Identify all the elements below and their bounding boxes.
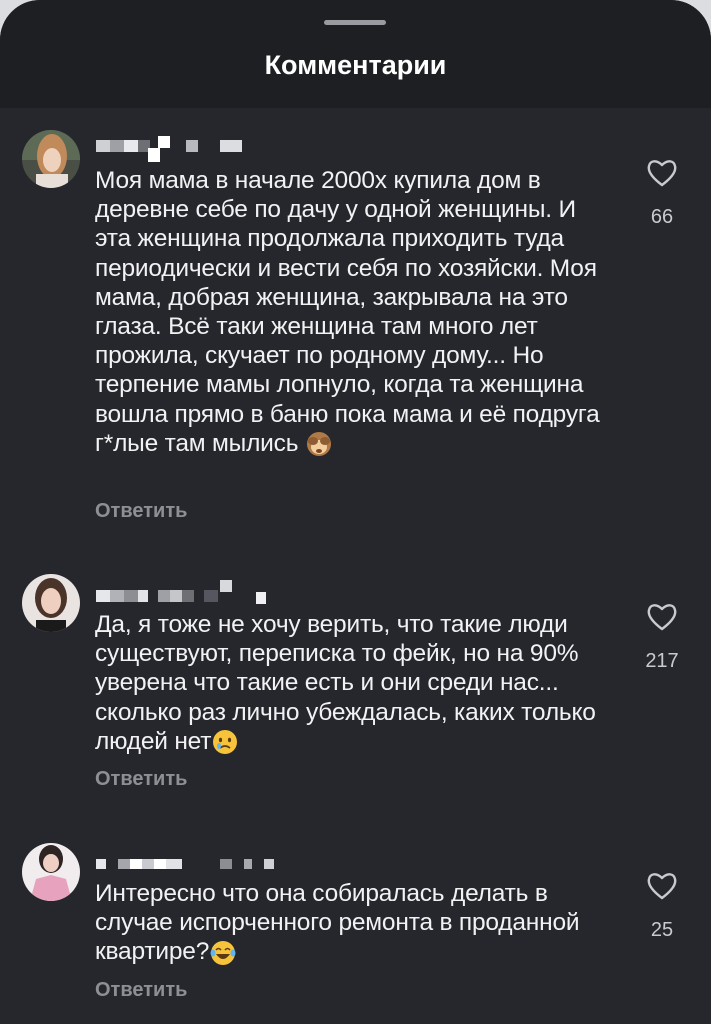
- comments-sheet: Комментарии Моя мама в начале 2000х купи…: [0, 0, 711, 1024]
- reply-button[interactable]: Ответить: [95, 979, 187, 1002]
- username-redacted: [96, 580, 266, 604]
- heart-icon[interactable]: [646, 871, 678, 901]
- reply-button[interactable]: Ответить: [95, 500, 187, 523]
- page-title: Комментарии: [264, 50, 447, 80]
- drag-handle[interactable]: [324, 20, 386, 25]
- heart-icon[interactable]: [646, 158, 678, 188]
- reply-button[interactable]: Ответить: [95, 768, 187, 791]
- comment-text: Моя мама в начале 2000х купила дом в дер…: [95, 167, 600, 457]
- avatar[interactable]: [22, 574, 80, 632]
- crying-face-icon: [213, 730, 238, 755]
- like-count: 66: [650, 206, 674, 228]
- comment-text: Да, я тоже не хочу верить, что такие люд…: [95, 611, 596, 755]
- see-no-evil-monkey-icon: [306, 432, 331, 457]
- username-redacted: [96, 859, 274, 869]
- username-redacted: [96, 136, 242, 162]
- avatar[interactable]: [22, 843, 80, 901]
- tears-of-joy-icon: [210, 940, 236, 965]
- like-count: 25: [650, 919, 674, 941]
- sheet-header: Комментарии: [0, 0, 711, 108]
- comment-text: Интересно что она собиралась делать в сл…: [95, 880, 580, 966]
- avatar-image: [22, 130, 80, 188]
- heart-icon[interactable]: [646, 602, 678, 632]
- avatar[interactable]: [22, 130, 80, 188]
- avatar-image: [22, 843, 80, 901]
- avatar-image: [22, 574, 80, 632]
- like-count: 217: [645, 650, 679, 672]
